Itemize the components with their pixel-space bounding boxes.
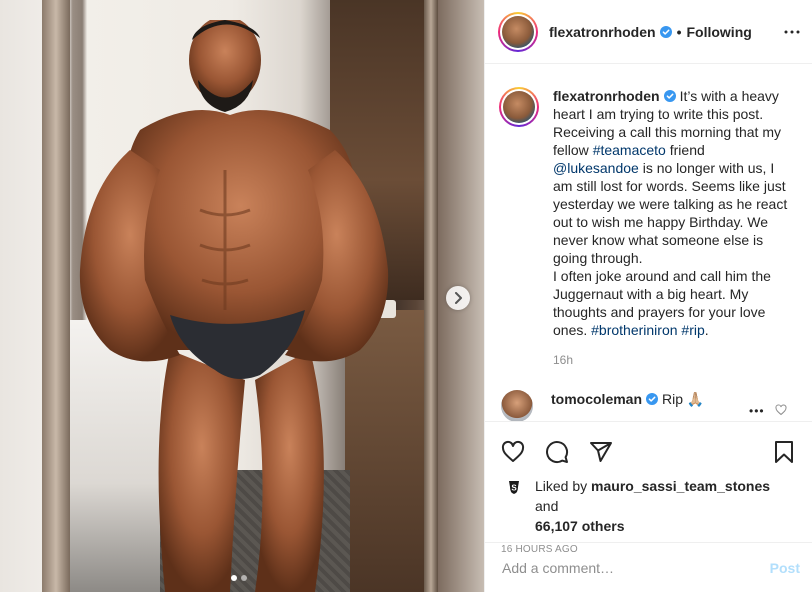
caption-part: friend <box>665 142 705 158</box>
verified-icon <box>663 90 676 102</box>
likes-summary: S Liked by mauro_sassi_team_stones and 66… <box>485 470 812 536</box>
more-icon[interactable] <box>784 24 800 40</box>
bookmark-icon <box>775 441 793 463</box>
caption-text: flexatronrhoden It’s with a heavy heart I… <box>553 87 796 339</box>
comment-input[interactable] <box>502 559 770 576</box>
post-actions: S Liked by mauro_sassi_team_stones and 66… <box>485 421 812 555</box>
comment-heart-icon[interactable] <box>775 404 787 416</box>
comment-item: tomocoleman Rip 🙏🏼 ••• <box>499 390 796 421</box>
header-name-wrap: flexatronrhoden • Following <box>549 24 752 40</box>
comment-icon <box>546 441 569 464</box>
liker-avatar[interactable]: S <box>505 478 523 496</box>
comment-options-icon[interactable]: ••• <box>749 404 765 418</box>
share-button[interactable] <box>589 440 613 464</box>
caption-author-username[interactable]: flexatronrhoden <box>553 88 660 104</box>
save-button[interactable] <box>772 440 796 464</box>
caption-author-avatar[interactable] <box>499 87 539 127</box>
commenter-username[interactable]: tomocoleman <box>551 391 642 407</box>
next-arrow-icon <box>455 292 462 304</box>
hashtag-link[interactable]: #rip <box>681 322 704 338</box>
carousel-dot <box>241 575 247 581</box>
mirror-frame-left <box>42 0 70 592</box>
likes-text: Liked by mauro_sassi_team_stones and 66,1… <box>535 476 796 536</box>
add-comment-section: Post <box>485 542 812 592</box>
mention-link[interactable]: @lukesandoe <box>553 160 639 176</box>
post-header: flexatronrhoden • Following <box>485 0 812 64</box>
caption: flexatronrhoden It’s with a heavy heart I… <box>499 87 796 339</box>
bodybuilder-photo <box>79 20 389 592</box>
share-icon <box>590 442 612 462</box>
comments-area[interactable]: flexatronrhoden It’s with a heavy heart I… <box>485 65 812 421</box>
carousel-dot <box>231 575 237 581</box>
carousel-indicator <box>231 575 247 581</box>
post-side-panel: flexatronrhoden • Following flexatronrho… <box>484 0 812 592</box>
author-username[interactable]: flexatronrhoden <box>549 24 656 40</box>
likes-count[interactable]: 66,107 others <box>535 518 625 534</box>
svg-text:S: S <box>511 484 517 493</box>
author-avatar[interactable] <box>498 11 538 52</box>
heart-icon <box>501 440 525 462</box>
liker-username[interactable]: mauro_sassi_team_stones <box>591 478 770 494</box>
like-button[interactable] <box>501 440 525 464</box>
comment-button[interactable] <box>545 440 569 464</box>
mirror-frame-right <box>424 0 438 592</box>
verified-icon <box>646 393 659 405</box>
comment-text: tomocoleman Rip 🙏🏼 <box>551 390 704 421</box>
carousel-next-button[interactable] <box>446 286 470 310</box>
post-comment-button[interactable]: Post <box>770 560 800 576</box>
action-icons-row <box>485 422 812 470</box>
likes-prefix: Liked by <box>535 478 592 494</box>
likes-middle: and <box>535 498 559 514</box>
caption-part: . <box>704 322 709 338</box>
comment-body: Rip 🙏🏼 <box>662 391 705 407</box>
caption-timestamp[interactable]: 16h <box>553 353 796 367</box>
commenter-avatar[interactable] <box>501 390 533 421</box>
post-media[interactable] <box>0 0 484 592</box>
hashtag-link[interactable]: #teamaceto <box>593 142 666 158</box>
verified-icon <box>659 25 672 38</box>
following-button[interactable]: Following <box>686 24 751 40</box>
hashtag-link[interactable]: #brotheriniron <box>591 322 677 338</box>
header-separator: • <box>676 23 682 40</box>
